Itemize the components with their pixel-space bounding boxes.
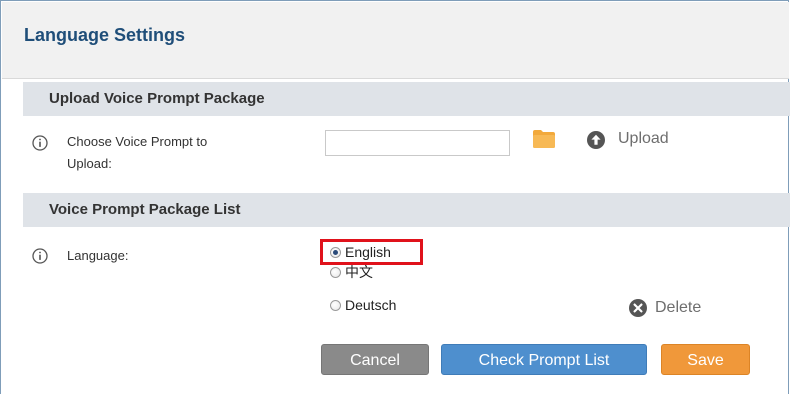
delete-label: Delete	[655, 299, 702, 316]
upload-label: Upload	[618, 130, 669, 147]
radio-deutsch-circle[interactable]	[330, 300, 341, 311]
title-bar: Language Settings	[2, 2, 789, 79]
cancel-button[interactable]: Cancel	[321, 344, 429, 375]
folder-icon[interactable]	[533, 130, 555, 148]
selected-language-highlight	[320, 239, 423, 265]
list-section-header: Voice Prompt Package List	[23, 193, 790, 227]
info-icon	[32, 248, 48, 264]
upload-arrow-icon	[587, 131, 605, 149]
check-prompt-list-button[interactable]: Check Prompt List	[441, 344, 647, 375]
save-button[interactable]: Save	[661, 344, 750, 375]
upload-section-title: Upload Voice Prompt Package	[49, 90, 265, 107]
radio-chinese-label: 中文	[345, 264, 373, 280]
info-icon	[32, 135, 48, 151]
radio-deutsch-label: Deutsch	[345, 297, 397, 313]
radio-chinese-circle[interactable]	[330, 267, 341, 278]
voice-prompt-file-input[interactable]	[325, 130, 510, 156]
upload-section-header: Upload Voice Prompt Package	[23, 82, 790, 116]
page-title: Language Settings	[24, 25, 186, 45]
radio-deutsch[interactable]: Deutsch	[330, 296, 396, 314]
settings-panel: Language Settings Upload Voice Prompt Pa…	[0, 0, 790, 394]
upload-field-label-line2: Upload:	[67, 156, 112, 171]
radio-chinese[interactable]: 中文	[330, 263, 373, 281]
delete-x-icon	[629, 299, 647, 317]
language-label: Language:	[67, 248, 129, 263]
upload-field-label-line1: Choose Voice Prompt to	[67, 134, 208, 149]
upload-field-label: Choose Voice Prompt to Upload:	[67, 132, 207, 174]
list-section-title: Voice Prompt Package List	[49, 201, 241, 218]
